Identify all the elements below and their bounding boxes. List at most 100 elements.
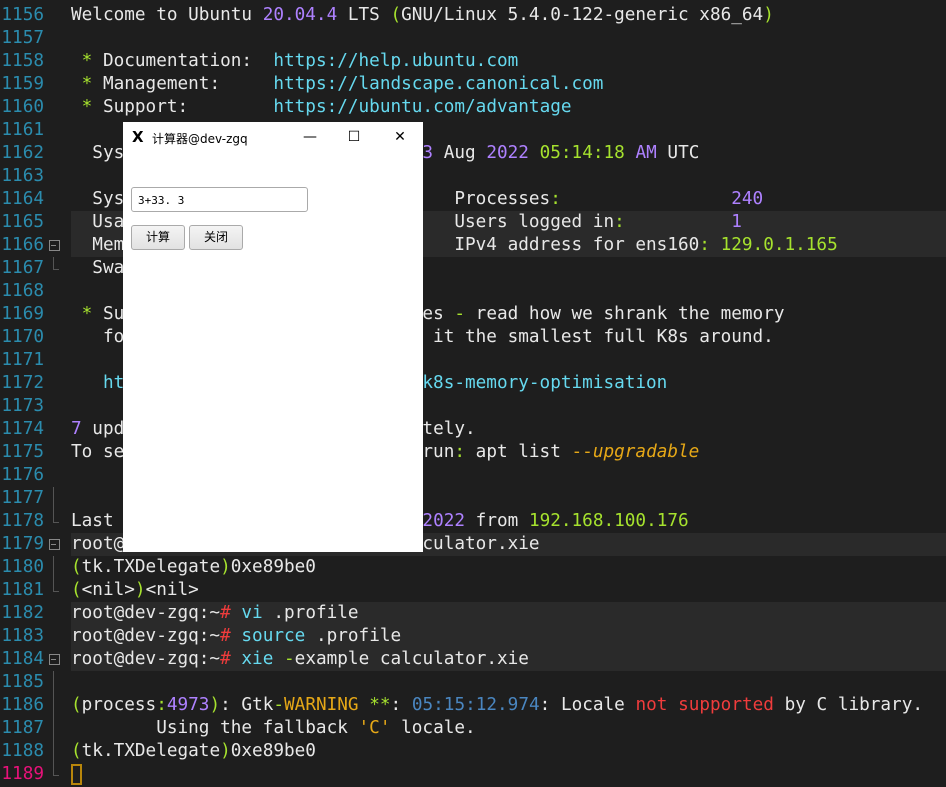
text-segment: 4973: [166, 695, 210, 715]
fold-toggle-icon[interactable]: [48, 648, 60, 671]
line-text: root@dev-zgq:~# xie -example calculator.…: [71, 648, 946, 671]
terminal-line: 1187 Using the fallback 'C' locale.: [0, 717, 946, 740]
close-window-button[interactable]: ✕: [385, 126, 415, 148]
text-segment: *: [71, 74, 103, 94]
close-button[interactable]: 关闭: [189, 225, 243, 250]
text-segment: : Gtk: [220, 695, 274, 715]
text-segment: [561, 189, 731, 209]
text-segment: :: [454, 442, 466, 462]
line-number: 1169: [1, 304, 44, 324]
line-number: 1174: [1, 419, 44, 439]
text-segment: ): [220, 557, 231, 577]
text-segment: 20.04.4: [262, 5, 338, 25]
fold-guide: [48, 510, 60, 533]
text-segment: 3: [422, 143, 434, 163]
line-number: 1165: [1, 212, 44, 232]
line-text: [71, 763, 946, 786]
line-number: 1188: [1, 741, 44, 761]
fold-guide: [48, 763, 60, 786]
text-segment: -: [454, 304, 466, 324]
text-segment: :: [550, 189, 561, 209]
text-segment: #: [220, 649, 231, 669]
text-segment: [625, 212, 732, 232]
x-window-icon: X: [132, 128, 144, 146]
text-segment: https://help.ubuntu.com: [273, 51, 519, 71]
title-bar[interactable]: X 计算器@dev-zgq — ☐ ✕: [123, 122, 423, 152]
line-text: * Management: https://landscape.canonica…: [71, 73, 946, 96]
text-segment: example calculator.xie: [294, 649, 529, 669]
line-number: 1167: [1, 258, 44, 278]
terminal-line: 1188 (tk.TXDelegate)0xe89be0: [0, 740, 946, 763]
line-number: 1177: [1, 488, 44, 508]
text-segment: .profile: [305, 626, 402, 646]
text-segment: AM: [635, 143, 657, 163]
text-segment: Using the fallback: [71, 718, 359, 738]
text-segment: WARNING: [284, 695, 359, 715]
text-segment: 7: [71, 419, 82, 439]
line-number: 1166: [1, 235, 44, 255]
text-segment: https://landscape.canonical.com: [273, 74, 604, 94]
minimize-button[interactable]: —: [295, 126, 325, 148]
terminal-line: 1189: [0, 763, 946, 786]
text-segment: [273, 649, 284, 669]
text-segment: *: [71, 97, 103, 117]
terminal-line: 1185: [0, 671, 946, 694]
terminal-line: 1186 (process:4973): Gtk-WARNING **: 05:1…: [0, 694, 946, 717]
terminal-line: 1183 root@dev-zgq:~# source .profile: [0, 625, 946, 648]
maximize-button[interactable]: ☐: [339, 126, 369, 148]
line-number: 1162: [1, 143, 44, 163]
text-segment: <nil>: [145, 580, 199, 600]
text-segment: Swa: [71, 258, 125, 278]
text-segment: tk.TXDelegate: [81, 557, 221, 577]
line-number: 1179: [1, 534, 44, 554]
expression-input[interactable]: 3+33. 3: [131, 187, 308, 212]
text-segment: Aug: [433, 143, 487, 163]
text-segment: apt list: [465, 442, 572, 462]
window-title: 计算器@dev-zgq: [152, 132, 248, 146]
fold-guide: [48, 579, 60, 602]
text-segment: #: [220, 603, 231, 623]
text-segment: 05:14:18: [539, 143, 625, 163]
text-segment: (: [71, 741, 82, 761]
text-segment: 2022: [486, 143, 529, 163]
line-number: 1160: [1, 97, 44, 117]
text-segment: -: [284, 649, 295, 669]
fold-toggle-icon[interactable]: [48, 234, 60, 257]
calculator-window: X 计算器@dev-zgq — ☐ ✕ 3+33. 3 计算 关闭: [123, 122, 423, 552]
text-segment: by C library.: [773, 695, 924, 715]
text-segment: (: [390, 5, 402, 25]
text-segment: <nil>: [81, 580, 135, 600]
text-segment: [710, 235, 721, 255]
text-segment: :: [699, 235, 710, 255]
line-number: 1186: [1, 695, 44, 715]
text-segment: [231, 649, 242, 669]
line-number: 1173: [1, 396, 44, 416]
terminal-line: 1158 * Documentation: https://help.ubunt…: [0, 50, 946, 73]
line-text: (tk.TXDelegate)0xe89be0: [71, 740, 946, 763]
text-segment: xie: [241, 649, 274, 669]
line-text: [71, 671, 946, 694]
fold-guide: [48, 671, 60, 694]
line-number: 1182: [1, 603, 44, 623]
fold-toggle-icon[interactable]: [48, 533, 60, 556]
line-number: 1189: [1, 764, 44, 784]
calculate-button[interactable]: 计算: [131, 225, 185, 250]
line-text: * Documentation: https://help.ubuntu.com: [71, 50, 946, 73]
terminal-line: 1160 * Support: https://ubuntu.com/advan…: [0, 96, 946, 119]
text-segment: not supported: [635, 695, 774, 715]
line-text: (<nil>)<nil>: [71, 579, 946, 602]
text-segment: :: [156, 695, 167, 715]
text-segment: 05:15:12.974: [411, 695, 540, 715]
text-segment: LTS: [337, 5, 391, 25]
terminal-line: 1182 root@dev-zgq:~# vi .profile: [0, 602, 946, 625]
line-number: 1158: [1, 51, 44, 71]
line-number: 1157: [1, 28, 44, 48]
line-number: 1180: [1, 557, 44, 577]
line-number: 1183: [1, 626, 44, 646]
line-text: (tk.TXDelegate)0xe89be0: [71, 556, 946, 579]
text-segment: source: [241, 626, 306, 646]
fold-guide: [48, 257, 60, 280]
line-text: [71, 27, 946, 50]
text-segment: **: [358, 695, 391, 715]
text-segment: .profile: [262, 603, 359, 623]
